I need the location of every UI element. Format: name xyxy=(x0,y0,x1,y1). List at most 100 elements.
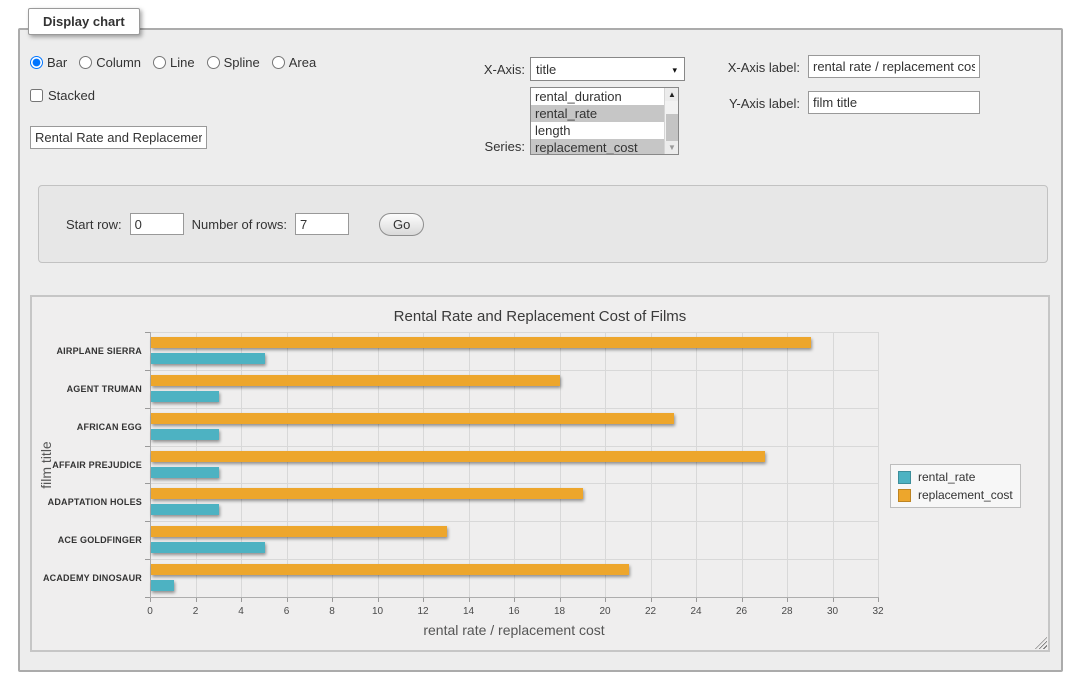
chart-type-option-line[interactable]: Line xyxy=(153,55,195,70)
gridline-vertical xyxy=(787,332,788,597)
bar-rental_rate[interactable] xyxy=(151,580,174,591)
x-tick-label: 32 xyxy=(863,606,893,617)
scrollbar-thumb[interactable] xyxy=(666,114,678,142)
series-option-replacement_cost[interactable]: replacement_cost xyxy=(531,139,664,155)
go-button[interactable]: Go xyxy=(379,213,424,236)
bar-replacement_cost[interactable] xyxy=(151,337,811,348)
x-tick-label: 12 xyxy=(408,606,438,617)
chart-type-option-area[interactable]: Area xyxy=(272,55,316,70)
gridline-vertical xyxy=(287,332,288,597)
bar-chart: Rental Rate and Replacement Cost of Film… xyxy=(30,295,1050,652)
gridline-vertical xyxy=(378,332,379,597)
gridline-horizontal xyxy=(150,332,878,333)
x-tick-label: 18 xyxy=(545,606,575,617)
start-row-label: Start row: xyxy=(66,217,122,232)
bar-rental_rate[interactable] xyxy=(151,504,219,515)
bar-rental_rate[interactable] xyxy=(151,353,265,364)
series-multiselect[interactable]: rental_durationrental_ratelengthreplacem… xyxy=(530,87,679,155)
x-tick-label: 8 xyxy=(317,606,347,617)
bar-replacement_cost[interactable] xyxy=(151,526,447,537)
chart-title-input[interactable] xyxy=(30,126,207,149)
legend-item-rental_rate[interactable]: rental_rate xyxy=(898,470,1013,484)
gridline-vertical xyxy=(469,332,470,597)
scroll-down-icon[interactable]: ▼ xyxy=(665,141,679,154)
x-tick-label: 0 xyxy=(135,606,165,617)
legend-label: replacement_cost xyxy=(918,488,1013,502)
gridline-horizontal xyxy=(150,446,878,447)
category-label: AFFAIR PREJUDICE xyxy=(32,459,142,471)
chart-type-option-spline[interactable]: Spline xyxy=(207,55,260,70)
bar-replacement_cost[interactable] xyxy=(151,413,674,424)
gridline-vertical xyxy=(696,332,697,597)
bar-rental_rate[interactable] xyxy=(151,467,219,478)
x-tick-label: 16 xyxy=(499,606,529,617)
gridline-vertical xyxy=(742,332,743,597)
chart-legend[interactable]: rental_rate replacement_cost xyxy=(890,464,1021,508)
bar-replacement_cost[interactable] xyxy=(151,488,583,499)
stacked-label: Stacked xyxy=(48,88,95,103)
chart-type-option-column[interactable]: Column xyxy=(79,55,141,70)
series-options: rental_durationrental_ratelengthreplacem… xyxy=(531,88,664,154)
x-axis-select-label: X-Axis: xyxy=(430,62,525,77)
chart-type-radio-label: Column xyxy=(96,55,141,70)
series-scrollbar[interactable]: ▲ ▼ xyxy=(664,88,678,154)
x-axis-label-caption: X-Axis label: xyxy=(688,60,800,75)
series-option-rental_duration[interactable]: rental_duration xyxy=(531,88,664,105)
stacked-row: Stacked xyxy=(30,88,95,103)
x-tick-label: 28 xyxy=(772,606,802,617)
legend-swatch-icon xyxy=(898,489,911,502)
chart-type-radio-line[interactable] xyxy=(153,56,166,69)
chart-type-radio-bar[interactable] xyxy=(30,56,43,69)
gridline-vertical xyxy=(833,332,834,597)
bar-replacement_cost[interactable] xyxy=(151,451,765,462)
x-tick-label: 4 xyxy=(226,606,256,617)
series-option-length[interactable]: length xyxy=(531,122,664,139)
x-tick-label: 26 xyxy=(727,606,757,617)
category-label: ACADEMY DINOSAUR xyxy=(32,572,142,584)
x-axis-selected-value: title xyxy=(536,62,556,77)
chart-type-radio-label: Area xyxy=(289,55,316,70)
gridline-vertical xyxy=(196,332,197,597)
chart-type-radio-area[interactable] xyxy=(272,56,285,69)
row-range-panel: Start row: Number of rows: Go xyxy=(38,185,1048,263)
x-axis-line xyxy=(150,597,879,598)
legend-label: rental_rate xyxy=(918,470,975,484)
bar-replacement_cost[interactable] xyxy=(151,564,629,575)
gridline-horizontal xyxy=(150,559,878,560)
x-axis-title: rental rate / replacement cost xyxy=(150,622,878,638)
chart-type-radio-label: Spline xyxy=(224,55,260,70)
series-list-label: Series: xyxy=(430,139,525,154)
gridline-vertical xyxy=(241,332,242,597)
gridline-vertical xyxy=(560,332,561,597)
resize-handle-icon[interactable] xyxy=(1035,637,1047,649)
x-axis-label-input[interactable] xyxy=(808,55,980,78)
x-axis-select[interactable]: title ▾ xyxy=(530,57,685,81)
num-rows-label: Number of rows: xyxy=(192,217,287,232)
chart-type-radio-column[interactable] xyxy=(79,56,92,69)
category-label: AGENT TRUMAN xyxy=(32,383,142,395)
num-rows-input[interactable] xyxy=(295,213,349,235)
y-axis-label-input[interactable] xyxy=(808,91,980,114)
gridline-vertical xyxy=(332,332,333,597)
x-tick-label: 10 xyxy=(363,606,393,617)
stacked-checkbox[interactable] xyxy=(30,89,43,102)
start-row-input[interactable] xyxy=(130,213,184,235)
bar-rental_rate[interactable] xyxy=(151,391,219,402)
chevron-down-icon: ▾ xyxy=(672,65,677,76)
legend-item-replacement_cost[interactable]: replacement_cost xyxy=(898,488,1013,502)
gridline-vertical xyxy=(651,332,652,597)
bar-rental_rate[interactable] xyxy=(151,542,265,553)
bar-rental_rate[interactable] xyxy=(151,429,219,440)
fieldset-legend-title: Display chart xyxy=(28,8,140,35)
category-label: AIRPLANE SIERRA xyxy=(32,345,142,357)
series-option-rental_rate[interactable]: rental_rate xyxy=(531,105,664,122)
chart-type-radio-spline[interactable] xyxy=(207,56,220,69)
scroll-up-icon[interactable]: ▲ xyxy=(665,88,679,101)
x-tick-label: 22 xyxy=(636,606,666,617)
chart-type-option-bar[interactable]: Bar xyxy=(30,55,67,70)
bar-replacement_cost[interactable] xyxy=(151,375,560,386)
gridline-vertical xyxy=(878,332,879,597)
chart-type-radio-label: Line xyxy=(170,55,195,70)
y-axis-label-caption: Y-Axis label: xyxy=(688,96,800,111)
category-label: ACE GOLDFINGER xyxy=(32,534,142,546)
